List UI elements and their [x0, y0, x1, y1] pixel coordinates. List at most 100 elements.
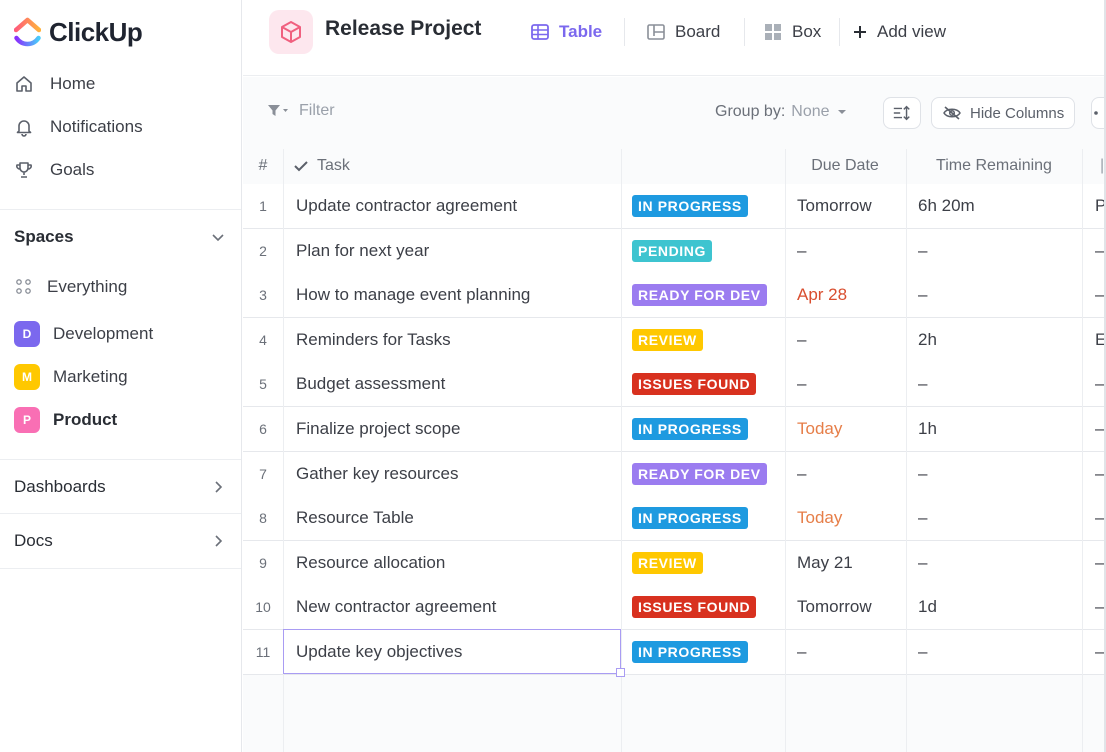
tab-box[interactable]: Box — [763, 19, 821, 45]
status-cell[interactable]: READY FOR DEV — [632, 273, 782, 317]
status-cell[interactable]: READY FOR DEV — [632, 452, 782, 496]
table-icon — [531, 24, 549, 40]
docs-link[interactable]: Docs — [14, 527, 226, 555]
table-row[interactable]: 9 Resource allocation REVIEW May 21– – — [243, 540, 1106, 586]
grid-dots-icon — [16, 279, 31, 294]
due-date-cell[interactable]: Apr 28 — [797, 273, 902, 317]
time-remaining-cell[interactable]: – — [918, 362, 1078, 406]
table-toolbar: Filter Group by: None Hide Columns — [243, 77, 1106, 149]
nav-notifications-label: Notifications — [50, 117, 143, 136]
space-avatar: M — [14, 364, 40, 390]
space-everything[interactable]: Everything — [14, 273, 127, 301]
chevron-right-icon — [215, 535, 223, 547]
space-everything-label: Everything — [47, 277, 128, 296]
table-row[interactable]: 10 New contractor agreement ISSUES FOUND To… — [243, 585, 1106, 631]
time-remaining-cell[interactable]: – — [918, 452, 1078, 496]
fill-handle[interactable] — [616, 668, 625, 677]
task-name[interactable]: Plan for next year — [296, 229, 616, 273]
space-marketing[interactable]: M Marketing — [14, 363, 128, 391]
tab-table[interactable]: Table — [530, 19, 602, 45]
nav-home[interactable]: Home — [14, 70, 95, 98]
due-date-cell[interactable]: – — [797, 318, 902, 362]
project-header: Release Project Table Board Box Add view — [243, 0, 1106, 76]
dashboards-link[interactable]: Dashboards — [14, 473, 226, 501]
space-avatar: P — [14, 407, 40, 433]
table-row[interactable]: 3 How to manage event planning READY FOR D… — [243, 273, 1106, 319]
due-date-cell[interactable]: – — [797, 630, 902, 674]
task-name[interactable]: Update contractor agreement — [296, 184, 616, 228]
due-date-cell[interactable]: Today — [797, 496, 902, 540]
column-header-task[interactable]: Task — [293, 149, 350, 183]
due-date-cell[interactable]: Today — [797, 407, 902, 451]
due-date-cell[interactable]: May 21 — [797, 541, 902, 585]
due-date-cell[interactable]: – — [797, 229, 902, 273]
status-badge: IN PROGRESS — [632, 507, 748, 530]
spaces-header[interactable]: Spaces — [14, 224, 226, 250]
due-date-cell[interactable]: – — [797, 452, 902, 496]
status-badge: REVIEW — [632, 328, 703, 351]
time-remaining-cell[interactable]: 6h 20m — [918, 184, 1078, 228]
chevron-right-icon — [215, 481, 223, 493]
nav-goals[interactable]: Goals — [14, 156, 94, 184]
chevron-down-icon[interactable] — [210, 229, 226, 245]
time-remaining-cell[interactable]: – — [918, 273, 1078, 317]
row-number: 4 — [259, 331, 267, 348]
column-header-task-label: Task — [317, 157, 350, 174]
column-header-number: # — [258, 157, 268, 174]
table-row[interactable]: 4 Reminders for Tasks REVIEW –2h E — [243, 317, 1106, 363]
task-name[interactable]: How to manage event planning — [296, 273, 616, 317]
table-row[interactable]: 8 Resource Table IN PROGRESS Today – – — [243, 496, 1106, 542]
table-row[interactable]: 7 Gather key resources READY FOR DEV – – – — [243, 451, 1106, 497]
task-name[interactable]: Resource allocation — [296, 541, 616, 585]
caret-down-icon — [837, 110, 846, 114]
time-remaining-cell[interactable]: – — [918, 630, 1078, 674]
group-by-select[interactable]: Group by: None — [715, 103, 848, 121]
filter-icon — [268, 105, 288, 116]
filter-button[interactable]: Filter — [267, 102, 335, 120]
status-badge: IN PROGRESS — [632, 418, 748, 440]
time-remaining-cell[interactable]: 1h — [918, 407, 1078, 451]
hide-columns-button[interactable]: Hide Columns — [931, 97, 1076, 129]
row-number: 9 — [259, 554, 267, 571]
time-remaining-cell[interactable]: – — [918, 496, 1078, 540]
task-name[interactable]: Finalize project scope — [296, 407, 616, 451]
status-cell[interactable]: IN PROGRESS — [632, 630, 782, 674]
sort-button[interactable] — [883, 97, 921, 129]
add-view-button[interactable]: Add view — [852, 19, 946, 45]
task-name[interactable]: Gather key resources — [296, 452, 616, 496]
tab-table-label: Table — [559, 22, 603, 41]
space-product[interactable]: P Product — [14, 406, 117, 434]
due-date-cell[interactable]: Tomorrow — [797, 184, 902, 228]
column-header-time-remaining[interactable]: Time Remaining — [906, 149, 1082, 183]
status-badge: ISSUES FOUND — [632, 373, 757, 396]
task-name[interactable]: Budget assessment — [296, 362, 616, 406]
status-cell[interactable]: ISSUES FOUND — [632, 585, 782, 629]
time-remaining-cell[interactable]: 1d — [918, 585, 1078, 629]
due-date-cell[interactable]: – — [797, 362, 902, 406]
table-row[interactable]: 1 Update contractor agreement IN PROGRESS T… — [243, 184, 1106, 229]
due-date-cell[interactable]: Tomorrow — [797, 585, 902, 629]
space-development[interactable]: D Development — [14, 320, 153, 348]
status-cell[interactable]: IN PROGRESS — [632, 184, 782, 228]
status-cell[interactable]: REVIEW — [632, 318, 782, 362]
time-remaining-cell[interactable]: 2h — [918, 318, 1078, 362]
status-cell[interactable]: IN PROGRESS — [632, 407, 782, 451]
table-row[interactable]: 2 Plan for next year PENDING – – – — [243, 228, 1106, 274]
table-row[interactable]: 5 Budget assessment ISSUES FOUND – – – — [243, 362, 1106, 408]
table-row[interactable]: 6 Finalize project scope IN PROGRESS Today 1… — [243, 407, 1106, 452]
tab-board[interactable]: Board — [646, 19, 720, 45]
task-name[interactable]: New contractor agreement — [296, 585, 616, 629]
time-remaining-cell[interactable]: – — [918, 541, 1078, 585]
status-cell[interactable]: IN PROGRESS — [632, 496, 782, 540]
task-table: # Task Due Date Time Remaining | 1 Update… — [243, 149, 1106, 752]
status-cell[interactable]: PENDING — [632, 229, 782, 273]
time-remaining-cell[interactable]: – — [918, 229, 1078, 273]
status-cell[interactable]: ISSUES FOUND — [632, 362, 782, 406]
task-name[interactable]: Resource Table — [296, 496, 616, 540]
status-cell[interactable]: REVIEW — [632, 541, 782, 585]
nav-notifications[interactable]: Notifications — [14, 113, 143, 141]
task-name[interactable]: Reminders for Tasks — [296, 318, 616, 362]
tab-separator — [839, 18, 840, 46]
clickup-logo[interactable]: ClickUp — [14, 14, 143, 50]
column-header-due-date[interactable]: Due Date — [785, 149, 905, 183]
